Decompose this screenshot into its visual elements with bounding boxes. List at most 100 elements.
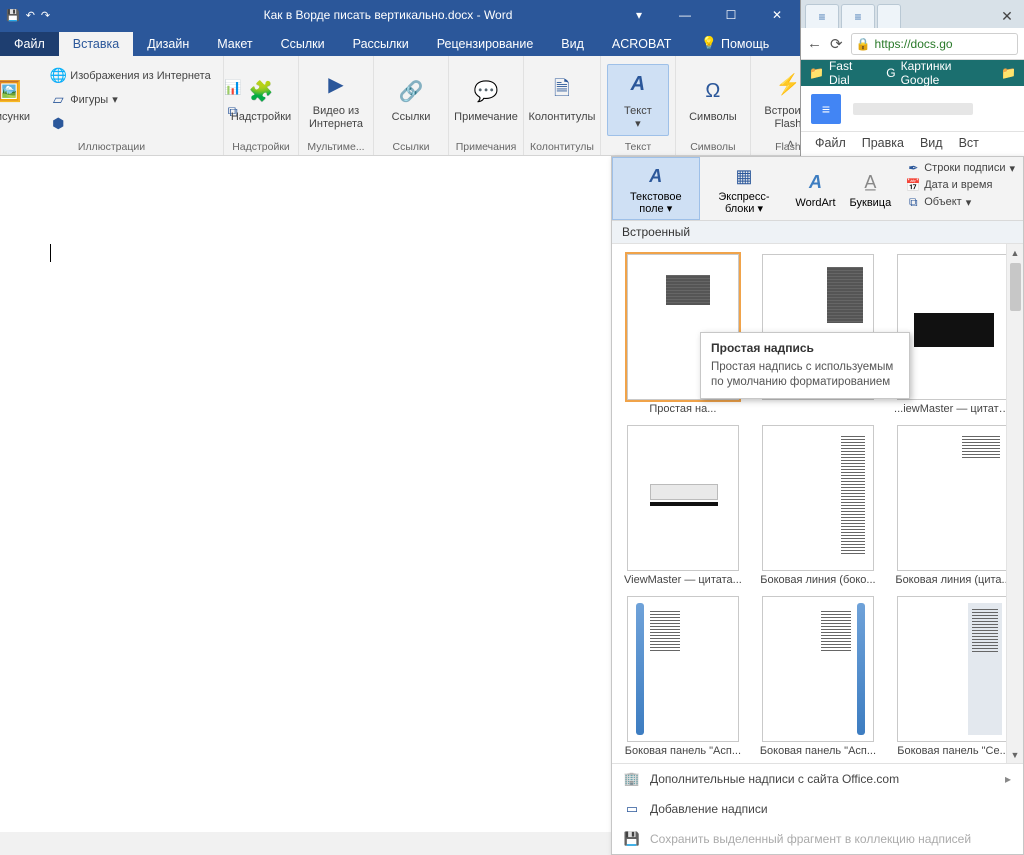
- links-button[interactable]: 🔗 Ссылки: [380, 70, 442, 129]
- omega-icon: Ω: [697, 75, 729, 107]
- group-label-illustrations: Иллюстрации: [6, 139, 217, 153]
- wordart-button[interactable]: A WordArt: [788, 157, 842, 220]
- tab-review[interactable]: Рецензирование: [423, 32, 548, 56]
- browser-tab[interactable]: ≡: [841, 4, 875, 28]
- word-title: Как в Ворде писать вертикально.docx - Wo…: [160, 8, 616, 22]
- quickparts-icon: ▦: [732, 164, 756, 188]
- browser-toolbar: ← ⟳ 🔒 https://docs.go: [801, 28, 1024, 60]
- tab-acrobat[interactable]: ACROBAT: [598, 32, 686, 56]
- tell-me[interactable]: 💡 Помощь: [691, 31, 779, 56]
- shapes-button[interactable]: ▱Фигуры ▾: [46, 90, 214, 110]
- shapes-label: Фигуры: [70, 94, 108, 106]
- group-label-links: Ссылки: [380, 139, 442, 153]
- tab-file[interactable]: Файл: [0, 32, 59, 56]
- browser-tabstrip: ≡ ≡ ✕: [801, 0, 1024, 28]
- collapse-ribbon-icon[interactable]: ˄: [787, 137, 794, 151]
- tab-layout[interactable]: Макет: [203, 32, 266, 56]
- scroll-thumb[interactable]: [1010, 263, 1021, 311]
- textbox-ribbon-row: A Текстовое поле ▾ ▦ Экспресс-блоки ▾ A …: [612, 157, 1023, 221]
- ribbon-group-comments: 💬 Примечание Примечания: [449, 56, 524, 155]
- bookmark-google-images[interactable]: G Картинки Google: [886, 59, 987, 87]
- textbox-dropdown-button[interactable]: A Текстовое поле ▾: [612, 157, 700, 220]
- save-selection-label: Сохранить выделенный фрагмент в коллекци…: [650, 832, 971, 846]
- scroll-down-icon[interactable]: ▼: [1007, 746, 1023, 763]
- reload-icon[interactable]: ⟳: [830, 35, 843, 53]
- text-button[interactable]: A Текст▾: [607, 64, 669, 136]
- comment-button[interactable]: 💬 Примечание: [455, 70, 517, 129]
- gallery-item-viewmaster-quote[interactable]: ...iewMaster — цитата...: [894, 254, 1012, 415]
- text-label: Текст▾: [624, 105, 652, 131]
- gallery-item-se-sidebar[interactable]: Боковая панель "Се...: [894, 596, 1012, 757]
- textbox-dropdown-label: Текстовое поле ▾: [619, 191, 693, 215]
- google-icon: G: [886, 66, 895, 80]
- bookmark-fastdial[interactable]: 📁Fast Dial: [809, 59, 872, 87]
- lightbulb-icon: 💡: [701, 36, 717, 51]
- address-bar[interactable]: 🔒 https://docs.go: [851, 33, 1018, 55]
- tab-design[interactable]: Дизайн: [133, 32, 203, 56]
- gallery-item-aspect-sidebar2[interactable]: Боковая панель "Асп...: [760, 596, 876, 757]
- online-video-button[interactable]: ▶ Видео из Интернета: [305, 64, 367, 136]
- links-label: Ссылки: [392, 111, 431, 124]
- minimize-button[interactable]: —: [662, 0, 708, 30]
- browser-tab-close[interactable]: ✕: [990, 4, 1024, 28]
- symbols-button[interactable]: Ω Символы: [682, 70, 744, 129]
- gallery-item-sideline-quote[interactable]: Боковая линия (цита...: [894, 425, 1012, 586]
- docs-menu-insert[interactable]: Вст: [959, 136, 979, 150]
- gallery-item-aspect-sidebar1[interactable]: Боковая панель "Асп...: [624, 596, 742, 757]
- headerfooter-button[interactable]: 🗎 Колонтитулы: [531, 70, 593, 129]
- docs-logo-icon[interactable]: ≡: [811, 94, 841, 124]
- more-from-office-button[interactable]: 🏢Дополнительные надписи с сайта Office.c…: [612, 764, 1023, 794]
- tab-references[interactable]: Ссылки: [267, 32, 339, 56]
- address-text: https://docs.go: [875, 37, 953, 51]
- docs-menu-view[interactable]: Вид: [920, 136, 943, 150]
- ribbon-options-icon[interactable]: ▾: [616, 0, 662, 30]
- tell-me-label: Помощь: [721, 37, 769, 51]
- browser-tab[interactable]: ≡: [805, 4, 839, 28]
- redo-icon[interactable]: ↷: [41, 9, 50, 22]
- quickparts-button[interactable]: ▦ Экспресс-блоки ▾: [700, 157, 789, 220]
- pictures-button[interactable]: 🖼️ Рисунки: [0, 70, 40, 129]
- bookmark-label: Fast Dial: [829, 59, 872, 87]
- addins-button[interactable]: 🧩 Надстройки: [230, 70, 292, 129]
- save-icon[interactable]: 💾: [6, 9, 20, 22]
- wordart-icon: A: [803, 170, 827, 194]
- ribbon-group-headerfooter: 🗎 Колонтитулы Колонтитулы: [524, 56, 601, 155]
- googledocs-header: ≡: [801, 86, 1024, 132]
- undo-icon[interactable]: ↶: [26, 9, 35, 22]
- datetime-button[interactable]: 📅Дата и время: [906, 178, 1015, 192]
- tab-insert[interactable]: Вставка: [59, 32, 133, 56]
- textbox-gallery: Простая на... ...iewMaster — цитата... V…: [612, 244, 1023, 763]
- tab-view[interactable]: Вид: [547, 32, 598, 56]
- maximize-button[interactable]: ☐: [708, 0, 754, 30]
- bookmark-label: Картинки Google: [901, 59, 987, 87]
- draw-textbox-button[interactable]: ▭Добавление надписи: [612, 794, 1023, 824]
- gallery-item-viewmaster-quote2[interactable]: ViewMaster — цитата...: [624, 425, 742, 586]
- ribbon-group-addins: 🧩 Надстройки Надстройки: [224, 56, 299, 155]
- smartart-button[interactable]: ⬢: [46, 114, 214, 134]
- dropcap-button[interactable]: A̲ Буквица: [843, 157, 899, 220]
- comment-label: Примечание: [454, 111, 518, 124]
- gallery-label: ...iewMaster — цитата...: [894, 403, 1012, 415]
- scroll-up-icon[interactable]: ▲: [1007, 244, 1023, 261]
- docs-menu-file[interactable]: Файл: [815, 136, 846, 150]
- dropcap-icon: A̲: [858, 170, 882, 194]
- lock-icon: 🔒: [856, 37, 871, 51]
- gallery-section-header: Встроенный: [612, 221, 1023, 244]
- ribbon-group-text: A Текст▾ Текст: [601, 56, 676, 155]
- browser-new-tab[interactable]: [877, 4, 901, 28]
- gallery-item-sideline-sidebar[interactable]: Боковая линия (боко...: [760, 425, 876, 586]
- docs-menu-edit[interactable]: Правка: [862, 136, 904, 150]
- docs-menubar: Файл Правка Вид Вст: [801, 132, 1024, 156]
- back-icon[interactable]: ←: [807, 35, 822, 52]
- ribbon-group-links: 🔗 Ссылки Ссылки: [374, 56, 449, 155]
- online-pictures-button[interactable]: 🌐Изображения из Интернета: [46, 66, 214, 86]
- docs-title-placeholder[interactable]: [853, 103, 973, 115]
- signature-line-button[interactable]: ✒Строки подписи ▾: [906, 161, 1015, 175]
- gallery-scrollbar[interactable]: ▲ ▼: [1006, 244, 1023, 763]
- tab-mailings[interactable]: Рассылки: [339, 32, 423, 56]
- object-button[interactable]: ⧉Объект ▾: [906, 195, 1015, 209]
- group-label-addins: Надстройки: [230, 139, 292, 153]
- bookmark-extra[interactable]: 📁: [1001, 66, 1016, 80]
- close-button[interactable]: ✕: [754, 0, 800, 30]
- shapes-icon: ▱: [50, 92, 66, 108]
